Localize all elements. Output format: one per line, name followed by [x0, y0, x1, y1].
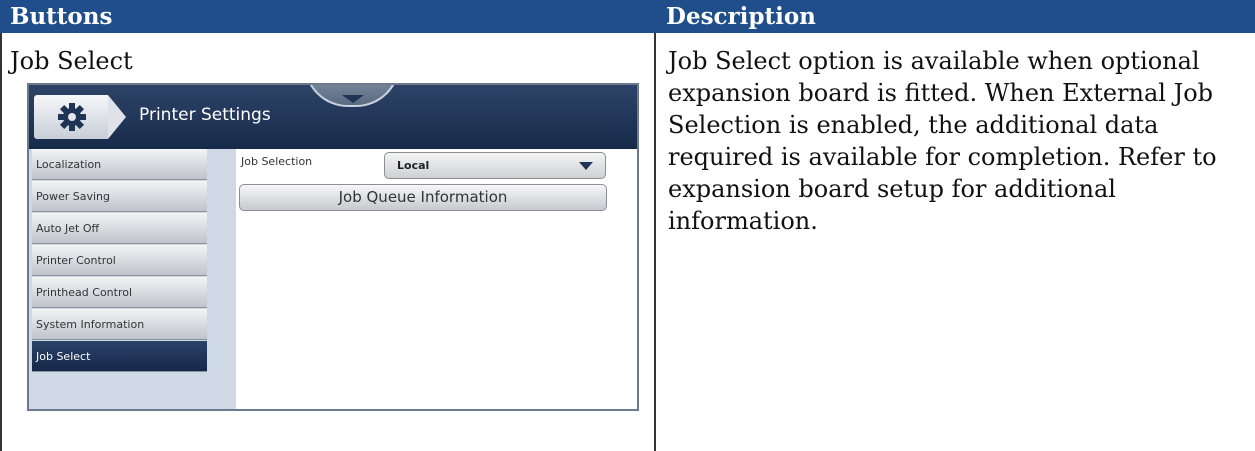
- header-description: Description: [656, 0, 1255, 33]
- screen-title: Printer Settings: [139, 105, 271, 125]
- settings-sidebar: Localization Power Saving Auto Jet Off P…: [29, 149, 209, 409]
- job-selection-label: Job Selection: [241, 155, 313, 168]
- table-border-left: [0, 33, 2, 451]
- row-title: Job Select: [10, 47, 133, 75]
- sidebar-item-printer-control[interactable]: Printer Control: [32, 245, 207, 276]
- sidebar-item-power-saving[interactable]: Power Saving: [32, 181, 207, 212]
- sidebar-item-localization[interactable]: Localization: [32, 149, 207, 180]
- chevron-down-icon: [579, 162, 593, 170]
- job-queue-information-button[interactable]: Job Queue Information: [239, 184, 607, 211]
- breadcrumb-arrow: [108, 95, 126, 139]
- settings-content: Job Selection Local Job Queue Informatio…: [236, 149, 637, 409]
- header-buttons: Buttons: [0, 0, 656, 33]
- job-selection-value: Local: [397, 159, 430, 172]
- table-column-divider: [654, 33, 656, 451]
- gear-icon: [58, 103, 86, 131]
- document-table: Buttons Description Job Select Job Selec…: [0, 0, 1255, 451]
- chevron-down-icon: [342, 95, 364, 103]
- row-description: Job Select option is available when opti…: [668, 47, 1217, 235]
- sidebar-item-auto-jet-off[interactable]: Auto Jet Off: [32, 213, 207, 244]
- printer-screen-screenshot: Printer Settings Localization Power Savi…: [27, 83, 639, 411]
- top-bar: Printer Settings: [29, 85, 637, 149]
- sidebar-item-job-select[interactable]: Job Select: [32, 341, 207, 372]
- sidebar-item-printhead-control[interactable]: Printhead Control: [32, 277, 207, 308]
- job-selection-dropdown[interactable]: Local: [384, 152, 606, 179]
- sidebar-item-system-information[interactable]: System Information: [32, 309, 207, 340]
